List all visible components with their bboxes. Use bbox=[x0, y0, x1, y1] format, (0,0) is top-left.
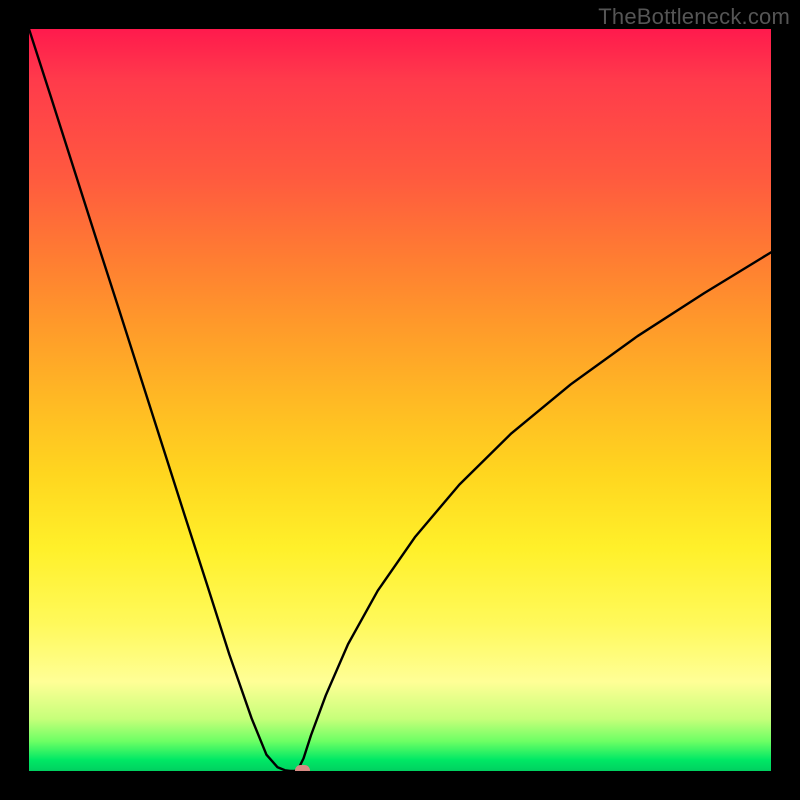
watermark-text: TheBottleneck.com bbox=[598, 4, 790, 30]
chart-frame: TheBottleneck.com bbox=[0, 0, 800, 800]
optimal-point-marker bbox=[295, 765, 310, 771]
bottleneck-curve bbox=[29, 29, 771, 771]
chart-plot-area bbox=[29, 29, 771, 771]
